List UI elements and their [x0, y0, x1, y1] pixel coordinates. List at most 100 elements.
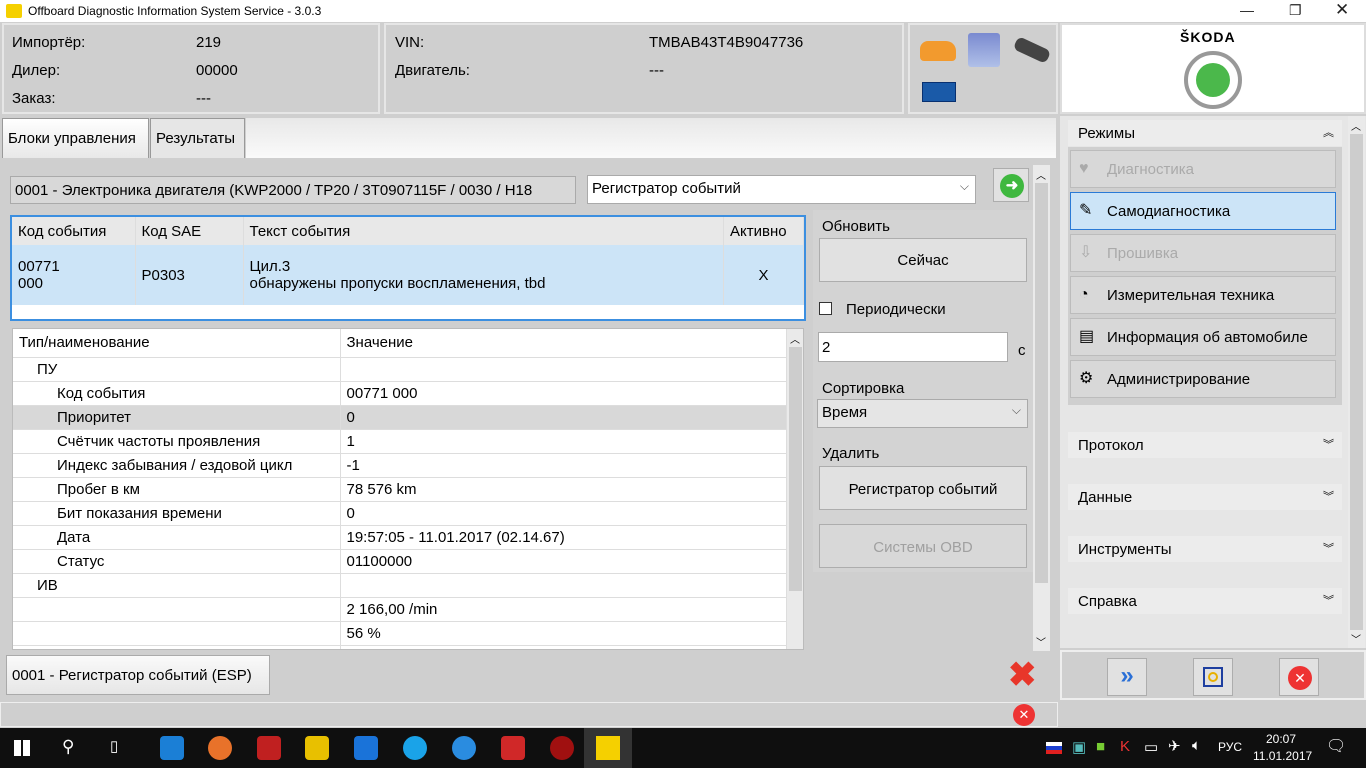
- kaspersky-icon[interactable]: K: [1120, 738, 1130, 755]
- go-button[interactable]: ➜: [993, 168, 1029, 202]
- teamviewer-icon[interactable]: [354, 736, 378, 760]
- sidebar-mode-item[interactable]: ♥ Диагностика: [1070, 150, 1336, 188]
- skype-icon[interactable]: [403, 736, 427, 760]
- table-row[interactable]: ИВ: [13, 573, 787, 598]
- detail-name: [13, 597, 341, 622]
- table-row[interactable]: 56 %: [13, 621, 787, 646]
- sidebar-mode-item[interactable]: ✎ Самодиагностика: [1070, 192, 1336, 230]
- table-row[interactable]: Статус 01100000: [13, 549, 787, 574]
- car-icon[interactable]: [920, 41, 956, 61]
- table-row[interactable]: ПУ: [13, 357, 787, 382]
- table-row[interactable]: Пробег в км 78 576 km: [13, 477, 787, 502]
- sort-select[interactable]: Время ⌵: [817, 399, 1028, 428]
- periodic-checkbox[interactable]: [819, 302, 832, 315]
- flag-ru-icon: [1046, 742, 1062, 754]
- language-indicator[interactable]: РУС: [1218, 740, 1242, 754]
- task-view-icon[interactable]: ▯: [110, 737, 118, 755]
- clock-date[interactable]: 11.01.2017: [1253, 749, 1312, 763]
- table-row[interactable]: 58 km/h: [13, 645, 787, 649]
- fullscreen-icon[interactable]: [1193, 658, 1233, 696]
- notifications-icon[interactable]: 🗨︎: [1326, 736, 1346, 756]
- obd-systems-button[interactable]: Системы OBD: [819, 524, 1027, 568]
- bottom-tab-event-log[interactable]: 0001 - Регистратор событий (ESP): [6, 655, 270, 695]
- exit-button[interactable]: ✕: [1279, 658, 1319, 696]
- sidebar-section-header[interactable]: Справка ︾: [1068, 588, 1342, 614]
- importer-label: Импортёр:: [12, 34, 86, 51]
- detail-value: 1: [340, 429, 787, 454]
- network-tray-icon[interactable]: ▣: [1072, 738, 1086, 756]
- app-icon-red[interactable]: [257, 736, 281, 760]
- firefox-icon[interactable]: [208, 736, 232, 760]
- brand-name: ŠKODA: [1180, 29, 1236, 45]
- table-row[interactable]: 00771 000 P0303 Цил.3 обнаружены пропуски …: [12, 245, 804, 305]
- autocad-icon[interactable]: [501, 736, 525, 760]
- mode-label: Диагностика: [1107, 161, 1194, 178]
- vehicle-panel: VIN: TMBAB43T4B9047736 Двигатель: ---: [384, 23, 904, 114]
- col-type-name: Тип/наименование: [13, 329, 341, 358]
- sidebar-toolbar: » ✕: [1060, 650, 1366, 700]
- detail-value: 0: [340, 501, 787, 526]
- airplane-icon[interactable]: ✈: [1168, 737, 1181, 755]
- key-icon[interactable]: [1012, 36, 1052, 64]
- error-icon[interactable]: ✕: [1013, 704, 1035, 726]
- col-sae-code[interactable]: Код SAE: [135, 217, 244, 245]
- app-icon-yellow[interactable]: [305, 736, 329, 760]
- sidebar-section-header[interactable]: Инструменты ︾: [1068, 536, 1342, 562]
- table-row[interactable]: Код события 00771 000: [13, 381, 787, 406]
- minimize-button[interactable]: —: [1240, 2, 1254, 18]
- vin-value: TMBAB43T4B9047736: [649, 34, 804, 51]
- detail-name: Бит показания времени: [13, 501, 341, 526]
- sidebar-mode-item[interactable]: ◔ Измерительная техника: [1070, 276, 1336, 314]
- forward-double-arrow-icon[interactable]: »: [1107, 658, 1147, 696]
- chevron-down-icon: ︾: [1323, 491, 1334, 503]
- edge-icon[interactable]: [160, 736, 184, 760]
- details-table[interactable]: Тип/наименование Значение ПУ Код события 007…: [12, 328, 804, 650]
- sidebar-section-header[interactable]: Данные ︾: [1068, 484, 1342, 510]
- delete-event-log-button[interactable]: Регистратор событий: [819, 466, 1027, 510]
- app-icon-gear[interactable]: [550, 736, 574, 760]
- sidebar-scrollbar[interactable]: ︿ ﹀: [1348, 116, 1365, 648]
- col-active[interactable]: Активно: [723, 217, 804, 245]
- main-scrollbar[interactable]: ︿ ﹀: [1033, 165, 1050, 651]
- col-event-text[interactable]: Текст события: [243, 217, 724, 245]
- table-row[interactable]: Приоритет 0: [13, 405, 787, 430]
- volume-icon[interactable]: 🔈︎: [1192, 737, 1201, 754]
- network-icon[interactable]: [968, 33, 1000, 67]
- interval-unit: с: [1018, 342, 1026, 359]
- table-row[interactable]: 2 166,00 /min: [13, 597, 787, 622]
- refresh-label: Обновить: [822, 218, 890, 235]
- daemon-tools-icon[interactable]: [452, 736, 476, 760]
- table-row[interactable]: Дата 19:57:05 - 11.01.2017 (02.14.67): [13, 525, 787, 550]
- nvidia-icon[interactable]: ■: [1096, 738, 1105, 755]
- sidebar-mode-item[interactable]: ⚙ Администрирование: [1070, 360, 1336, 398]
- function-select[interactable]: Регистратор событий ⌵: [587, 175, 976, 204]
- tab-results[interactable]: Результаты: [150, 118, 245, 158]
- tab-control-units[interactable]: Блоки управления: [2, 118, 149, 158]
- sidebar-mode-item[interactable]: ▤ Информация об автомобиле: [1070, 318, 1336, 356]
- chevron-down-icon: ⌵: [1011, 403, 1021, 417]
- table-row[interactable]: Индекс забывания / ездовой цикл -1: [13, 453, 787, 478]
- usb-icon[interactable]: [922, 82, 956, 102]
- odis-taskbar-button[interactable]: [584, 728, 632, 768]
- sidebar-mode-item[interactable]: ⇩ Прошивка: [1070, 234, 1336, 272]
- search-icon[interactable]: ⚲: [62, 737, 74, 757]
- table-row[interactable]: Счётчик частоты проявления 1: [13, 429, 787, 454]
- tab-strip: [246, 118, 1056, 158]
- detail-value: 58 km/h: [340, 645, 787, 649]
- close-red-x-icon[interactable]: ✖: [1008, 658, 1037, 692]
- interval-input[interactable]: 2: [818, 332, 1008, 362]
- col-event-code[interactable]: Код события: [12, 217, 136, 245]
- sidebar-modes-header[interactable]: Режимы ︽: [1068, 120, 1342, 146]
- detail-name: Счётчик частоты проявления: [13, 429, 341, 454]
- battery-icon[interactable]: ▭: [1144, 738, 1158, 756]
- mode-icon: ⚙: [1079, 370, 1094, 387]
- refresh-now-button[interactable]: Сейчас: [819, 238, 1027, 282]
- sidebar-section-header[interactable]: Протокол ︾: [1068, 432, 1342, 458]
- maximize-button[interactable]: ❐: [1289, 2, 1302, 19]
- clock-time[interactable]: 20:07: [1266, 732, 1296, 746]
- close-button[interactable]: ✕: [1335, 0, 1349, 20]
- table-row[interactable]: Бит показания времени 0: [13, 501, 787, 526]
- start-icon[interactable]: [14, 740, 30, 756]
- details-scrollbar[interactable]: ︿: [787, 329, 803, 649]
- events-table[interactable]: Код события Код SAE Текст события Активн…: [10, 215, 806, 321]
